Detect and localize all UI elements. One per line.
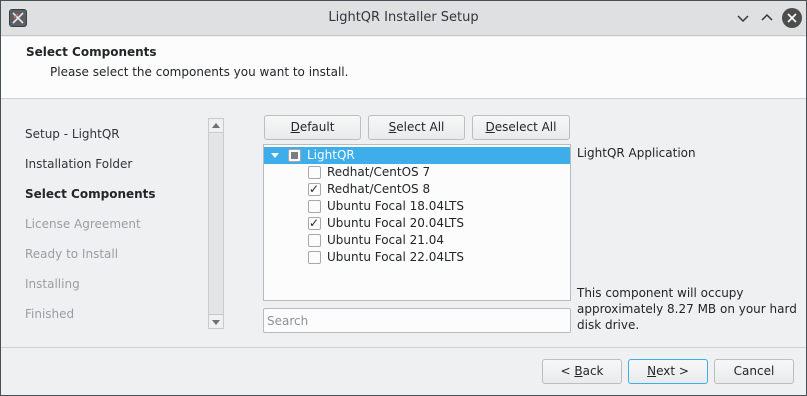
step-installation-folder: Installation Folder [25, 157, 133, 171]
tree-item-label: Redhat/CentOS 8 [327, 182, 431, 196]
next-button[interactable]: Next > [628, 359, 708, 384]
select-all-button[interactable]: Select All [368, 115, 465, 140]
tree-item-label: Ubuntu Focal 22.04LTS [327, 250, 464, 264]
default-button[interactable]: Default [264, 115, 361, 140]
search-input[interactable] [264, 309, 570, 332]
tree-item[interactable]: Redhat/CentOS 8 [264, 181, 570, 198]
step-ready-to-install: Ready to Install [25, 247, 119, 261]
root-checkbox[interactable] [288, 149, 301, 162]
component-description: LightQR Application [577, 146, 696, 160]
tree-item-label: LightQR [307, 148, 355, 162]
tree-item[interactable]: Ubuntu Focal 22.04LTS [264, 249, 570, 266]
step-finished: Finished [25, 307, 75, 321]
component-checkbox[interactable] [308, 234, 321, 247]
component-checkbox[interactable] [308, 200, 321, 213]
tree-item-root[interactable]: LightQR [264, 147, 570, 164]
tree-item[interactable]: Ubuntu Focal 21.04 [264, 232, 570, 249]
step-select-components: Select Components [25, 187, 156, 201]
steps-list: Setup - LightQR Installation Folder Sele… [25, 119, 205, 329]
deselect-all-button[interactable]: Deselect All [472, 115, 570, 140]
step-license-agreement: License Agreement [25, 217, 141, 231]
steps-scrollbar[interactable] [208, 118, 224, 329]
scroll-up-icon[interactable] [212, 123, 220, 128]
page-subtitle: Please select the components you want to… [50, 65, 349, 79]
title-bar[interactable]: LightQR Installer Setup [1, 1, 806, 36]
step-installing: Installing [25, 277, 80, 291]
tree-item-label: Ubuntu Focal 20.04LTS [327, 216, 464, 230]
page-title: Select Components [26, 45, 157, 59]
component-checkbox[interactable] [308, 251, 321, 264]
component-checkbox[interactable] [308, 182, 321, 196]
tree-item-label: Ubuntu Focal 18.04LTS [327, 199, 464, 213]
tree-item[interactable]: Ubuntu Focal 18.04LTS [264, 198, 570, 215]
tree-item[interactable]: Redhat/CentOS 7 [264, 164, 570, 181]
footer-divider [1, 347, 806, 348]
components-tree[interactable]: LightQR Redhat/CentOS 7 Redhat/CentOS 8 … [263, 144, 571, 301]
cancel-button[interactable]: Cancel [714, 359, 794, 384]
step-setup: Setup - LightQR [25, 127, 120, 141]
close-icon[interactable] [782, 8, 802, 28]
back-button[interactable]: < Back [542, 359, 622, 384]
installer-window: LightQR Installer Setup Select Component… [0, 0, 807, 396]
expand-arrow-icon[interactable] [271, 153, 279, 158]
scroll-down-icon[interactable] [212, 320, 220, 325]
search-box[interactable] [263, 308, 571, 333]
scrollbar-track[interactable] [209, 132, 223, 315]
maximize-icon[interactable] [758, 9, 776, 27]
minimize-icon[interactable] [734, 9, 752, 27]
component-checkbox[interactable] [308, 216, 321, 230]
tree-item-label: Redhat/CentOS 7 [327, 165, 431, 179]
component-size-text: This component will occupy approximately… [577, 286, 797, 332]
tree-item[interactable]: Ubuntu Focal 20.04LTS [264, 215, 570, 232]
component-checkbox[interactable] [308, 166, 321, 179]
window-title: LightQR Installer Setup [328, 10, 479, 25]
tree-item-label: Ubuntu Focal 21.04 [327, 233, 445, 247]
page-header: Select Components Please select the comp… [1, 37, 806, 99]
